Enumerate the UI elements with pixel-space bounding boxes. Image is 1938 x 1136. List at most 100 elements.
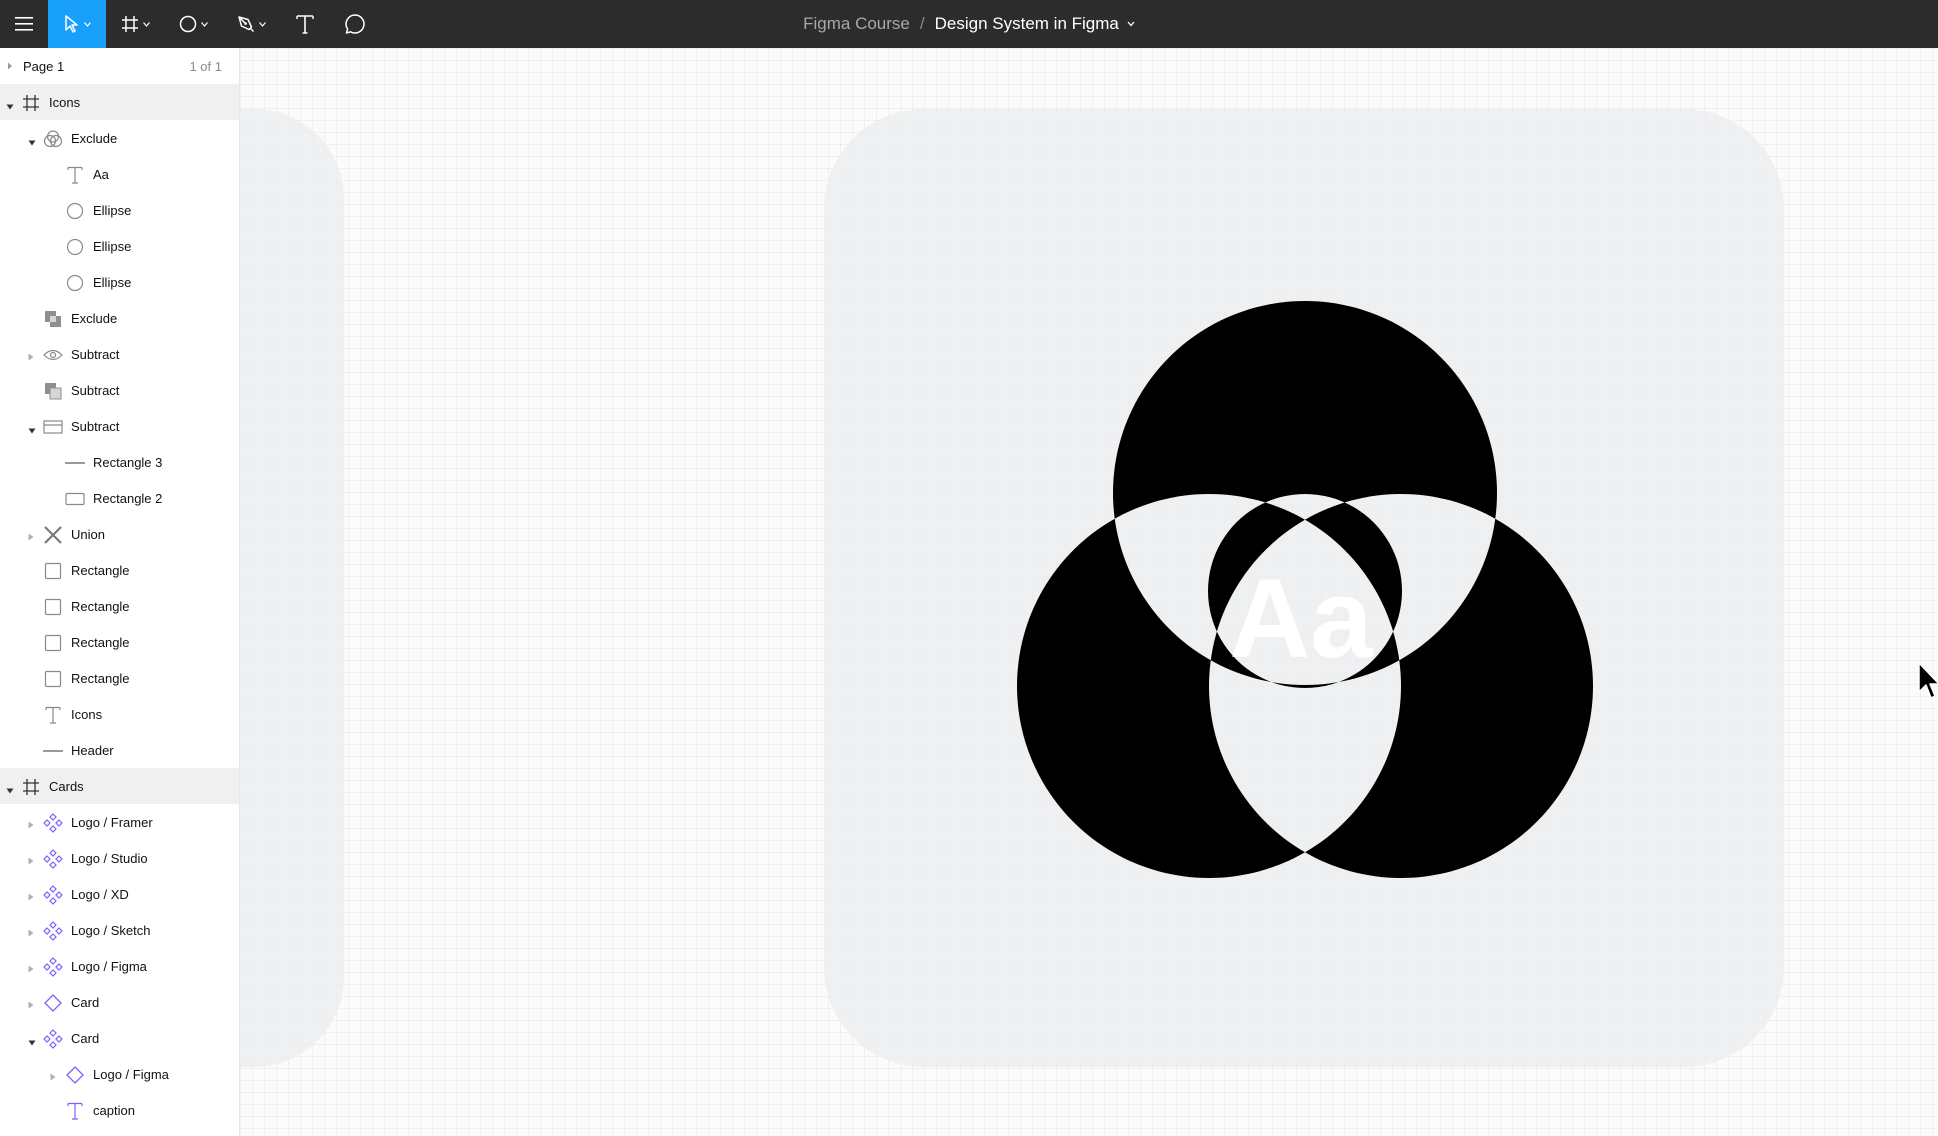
triangle-down-icon[interactable] bbox=[6, 98, 14, 113]
triangle-right-icon[interactable] bbox=[28, 853, 34, 868]
layer-row[interactable]: Ellipse bbox=[0, 264, 239, 300]
boolean-exclude-icon bbox=[43, 129, 63, 149]
layer-row[interactable]: Logo / Sketch bbox=[0, 912, 239, 948]
layer-list: Icons Exclude Aa Ellipse Ellipse Ellipse Exclu… bbox=[0, 84, 239, 1128]
eye-icon bbox=[43, 345, 63, 365]
venn-exclude-icon[interactable]: Aa bbox=[240, 48, 1938, 1136]
triangle-right-icon[interactable] bbox=[28, 925, 34, 940]
frame-icon bbox=[21, 93, 41, 113]
triangle-right-icon[interactable] bbox=[28, 997, 34, 1012]
triangle-right-icon[interactable] bbox=[28, 349, 34, 364]
canvas[interactable]: Aa bbox=[240, 48, 1938, 1136]
triangle-right-icon[interactable] bbox=[28, 529, 34, 544]
layer-label: Aa bbox=[93, 167, 109, 182]
layer-label: Ellipse bbox=[93, 203, 132, 218]
triangle-down-icon[interactable] bbox=[28, 1034, 36, 1049]
layer-label: Subtract bbox=[71, 419, 120, 434]
layer-row[interactable]: Icons bbox=[0, 696, 239, 732]
document-title-menu[interactable]: Figma Course / Design System in Figma bbox=[803, 14, 1135, 34]
layer-label: Logo / Figma bbox=[93, 1067, 169, 1082]
layer-label: Rectangle bbox=[71, 563, 130, 578]
layer-row[interactable]: Rectangle bbox=[0, 624, 239, 660]
layer-row[interactable]: Subtract bbox=[0, 336, 239, 372]
layer-label: Logo / Sketch bbox=[71, 923, 151, 938]
ellipse-icon bbox=[65, 273, 85, 293]
layer-row[interactable]: Subtract bbox=[0, 372, 239, 408]
line-icon bbox=[43, 741, 63, 761]
comment-tool-button[interactable] bbox=[330, 0, 380, 48]
layer-row[interactable]: Header bbox=[0, 732, 239, 768]
triangle-right-icon[interactable] bbox=[28, 889, 34, 904]
file-name[interactable]: Design System in Figma bbox=[935, 14, 1119, 34]
layer-row[interactable]: Rectangle 3 bbox=[0, 444, 239, 480]
layer-row[interactable]: Logo / Studio bbox=[0, 840, 239, 876]
component-icon bbox=[43, 957, 63, 977]
layer-row[interactable]: Logo / Figma bbox=[0, 948, 239, 984]
text-icon bbox=[43, 705, 63, 725]
text-tool-button[interactable] bbox=[280, 0, 330, 48]
pen-icon bbox=[237, 16, 254, 33]
triangle-down-icon[interactable] bbox=[28, 422, 36, 437]
layer-row[interactable]: Rectangle bbox=[0, 588, 239, 624]
layer-label: Icons bbox=[71, 707, 103, 722]
layer-label: caption bbox=[93, 1103, 135, 1118]
layer-row[interactable]: Exclude bbox=[0, 120, 239, 156]
layer-row[interactable]: Card bbox=[0, 984, 239, 1020]
layer-label: Logo / Figma bbox=[71, 959, 147, 974]
layer-row[interactable]: Ellipse bbox=[0, 192, 239, 228]
frame-tool-button[interactable] bbox=[106, 0, 164, 48]
triangle-right-icon[interactable] bbox=[28, 817, 34, 832]
layer-label: Logo / XD bbox=[71, 887, 129, 902]
layer-row[interactable]: Subtract bbox=[0, 408, 239, 444]
triangle-right-icon[interactable] bbox=[50, 1069, 56, 1084]
layer-row[interactable]: Ellipse bbox=[0, 228, 239, 264]
triangle-down-icon[interactable] bbox=[28, 134, 36, 149]
chevron-down-icon bbox=[83, 21, 91, 27]
layer-label: Card bbox=[71, 1031, 100, 1046]
layer-row[interactable]: Aa bbox=[0, 156, 239, 192]
square-icon bbox=[43, 597, 63, 617]
page-count: 1 of 1 bbox=[189, 58, 222, 74]
square-icon bbox=[43, 633, 63, 653]
layer-row[interactable]: Card bbox=[0, 1020, 239, 1056]
layer-label: Card bbox=[71, 995, 100, 1010]
move-tool-button[interactable] bbox=[48, 0, 106, 48]
project-name[interactable]: Figma Course bbox=[803, 14, 910, 34]
layer-row[interactable]: Union bbox=[0, 516, 239, 552]
component-icon bbox=[43, 921, 63, 941]
component-icon bbox=[43, 813, 63, 833]
layer-row[interactable]: Cards bbox=[0, 768, 239, 804]
triangle-right-icon[interactable] bbox=[7, 62, 13, 70]
layer-label: Logo / Studio bbox=[71, 851, 148, 866]
layer-label: Rectangle 3 bbox=[93, 455, 163, 470]
component-icon bbox=[43, 885, 63, 905]
layer-label: Exclude bbox=[71, 311, 118, 326]
hamburger-menu-icon bbox=[15, 17, 33, 31]
breadcrumb-separator: / bbox=[919, 14, 925, 33]
layer-row[interactable]: Logo / XD bbox=[0, 876, 239, 912]
pen-tool-button[interactable] bbox=[222, 0, 280, 48]
layer-label: Cards bbox=[49, 779, 84, 794]
frame-hash-icon bbox=[121, 16, 138, 32]
layer-row[interactable]: Logo / Figma bbox=[0, 1056, 239, 1092]
ellipse-icon bbox=[65, 237, 85, 257]
page-selector[interactable]: Page 1 1 of 1 bbox=[0, 48, 239, 84]
layer-row[interactable]: Exclude bbox=[0, 300, 239, 336]
toolbar: Figma Course / Design System in Figma bbox=[0, 0, 1938, 48]
layer-row[interactable]: Rectangle bbox=[0, 660, 239, 696]
layer-row[interactable]: Rectangle 2 bbox=[0, 480, 239, 516]
mouse-cursor-icon bbox=[1918, 662, 1938, 699]
layer-label: Logo / Framer bbox=[71, 815, 153, 830]
shape-tool-button[interactable] bbox=[164, 0, 222, 48]
chevron-down-icon[interactable] bbox=[1127, 21, 1135, 27]
triangle-down-icon[interactable] bbox=[6, 782, 14, 797]
layer-row[interactable]: Logo / Framer bbox=[0, 804, 239, 840]
line-icon bbox=[65, 453, 85, 473]
layer-row[interactable]: Icons bbox=[0, 84, 239, 120]
triangle-right-icon[interactable] bbox=[28, 961, 34, 976]
layer-label: Exclude bbox=[71, 131, 118, 146]
layer-row[interactable]: caption bbox=[0, 1092, 239, 1128]
text-t-icon bbox=[296, 15, 314, 34]
layer-row[interactable]: Rectangle bbox=[0, 552, 239, 588]
main-menu-button[interactable] bbox=[0, 0, 48, 48]
